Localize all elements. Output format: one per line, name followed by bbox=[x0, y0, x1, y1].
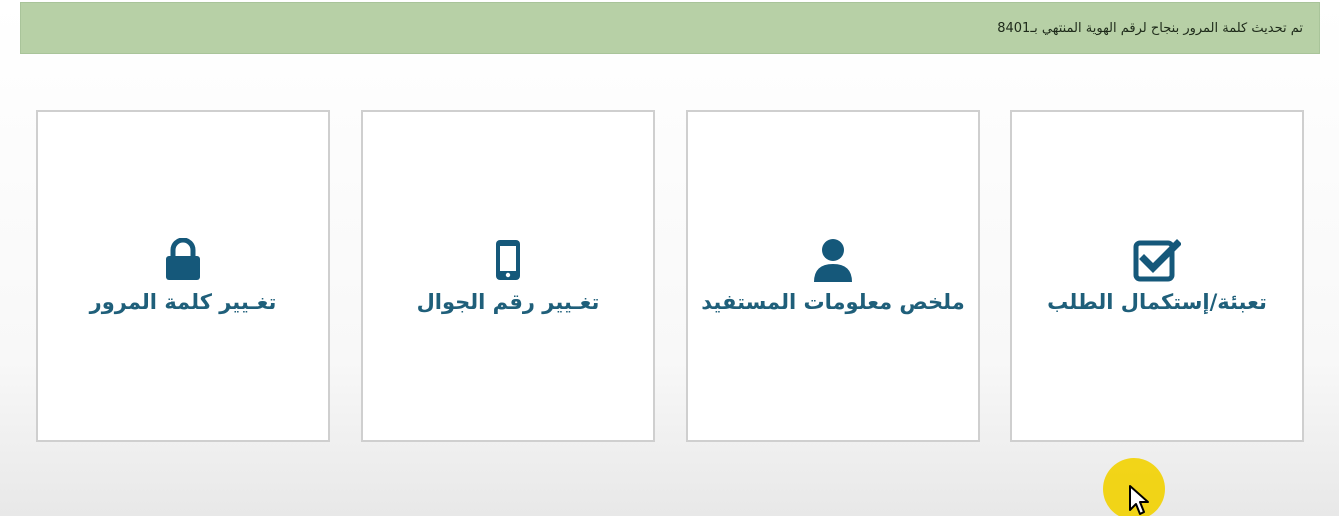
user-icon bbox=[809, 236, 857, 284]
lock-icon bbox=[159, 236, 207, 284]
notification-message: تم تحديث كلمة المرور بنجاح لرقم الهوية ا… bbox=[997, 20, 1303, 36]
complete-request-tile[interactable]: تعبئة/إستكمال الطلب bbox=[1010, 110, 1304, 442]
beneficiary-summary-label: ملخص معلومات المستفيد bbox=[701, 290, 965, 314]
success-notification: تم تحديث كلمة المرور بنجاح لرقم الهوية ا… bbox=[20, 2, 1320, 54]
mouse-cursor-icon bbox=[1128, 484, 1150, 516]
complete-request-label: تعبئة/إستكمال الطلب bbox=[1047, 290, 1267, 314]
beneficiary-summary-tile[interactable]: ملخص معلومات المستفيد bbox=[686, 110, 980, 442]
checkbox-checked-icon bbox=[1133, 236, 1181, 284]
page: تم تحديث كلمة المرور بنجاح لرقم الهوية ا… bbox=[0, 0, 1339, 516]
mobile-phone-icon bbox=[484, 236, 532, 284]
change-mobile-label: تغـيير رقم الجوال bbox=[416, 290, 600, 314]
change-password-label: تغـيير كلمة المرور bbox=[89, 290, 277, 314]
change-password-tile[interactable]: تغـيير كلمة المرور bbox=[36, 110, 330, 442]
change-mobile-tile[interactable]: تغـيير رقم الجوال bbox=[361, 110, 655, 442]
service-tiles: تغـيير كلمة المرور تغـيير رقم الجوال ملخ… bbox=[36, 110, 1306, 442]
